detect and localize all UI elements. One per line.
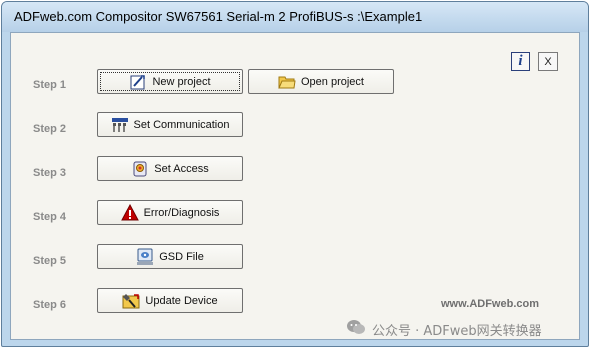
wechat-icon [346,318,366,340]
app-window: ADFweb.com Compositor SW67561 Serial-m 2… [1,1,589,347]
set-communication-button[interactable]: Set Communication [97,112,243,137]
watermark: 公众号 · ADFweb网关转换器 [346,318,542,340]
gsd-file-button[interactable]: GSD File [97,244,243,269]
step-4-label: Step 4 [33,211,67,223]
update-device-icon [122,292,140,310]
new-project-label: New project [152,75,211,88]
update-device-label: Update Device [145,294,218,307]
step-5-label: Step 5 [33,255,67,267]
main-panel: i X Step 1 New project Open project Step… [10,32,580,340]
new-project-button[interactable]: New project [97,69,243,94]
error-diagnosis-button[interactable]: Error/Diagnosis [97,200,243,225]
open-folder-icon [278,73,296,91]
open-project-button[interactable]: Open project [248,69,394,94]
website-link: www.ADFweb.com [441,298,539,310]
info-button[interactable]: i [511,52,530,71]
warning-icon [120,203,139,222]
set-access-button[interactable]: Set Access [97,156,243,181]
open-project-label: Open project [301,75,364,88]
access-icon [131,160,149,178]
new-project-icon [129,73,147,91]
gsd-file-icon [136,248,154,266]
step-1-label: Step 1 [33,79,67,91]
window-title: ADFweb.com Compositor SW67561 Serial-m 2… [14,9,423,24]
title-bar[interactable]: ADFweb.com Compositor SW67561 Serial-m 2… [2,2,588,32]
communication-icon [111,116,129,134]
step-6-label: Step 6 [33,299,67,311]
set-communication-label: Set Communication [133,118,230,131]
update-device-button[interactable]: Update Device [97,288,243,313]
step-2-label: Step 2 [33,123,67,135]
step-3-label: Step 3 [33,167,67,179]
close-button[interactable]: X [538,52,558,71]
gsd-file-label: GSD File [159,250,204,263]
watermark-text: 公众号 · ADFweb网关转换器 [372,323,542,339]
error-diagnosis-label: Error/Diagnosis [143,206,220,219]
set-access-label: Set Access [154,162,209,175]
